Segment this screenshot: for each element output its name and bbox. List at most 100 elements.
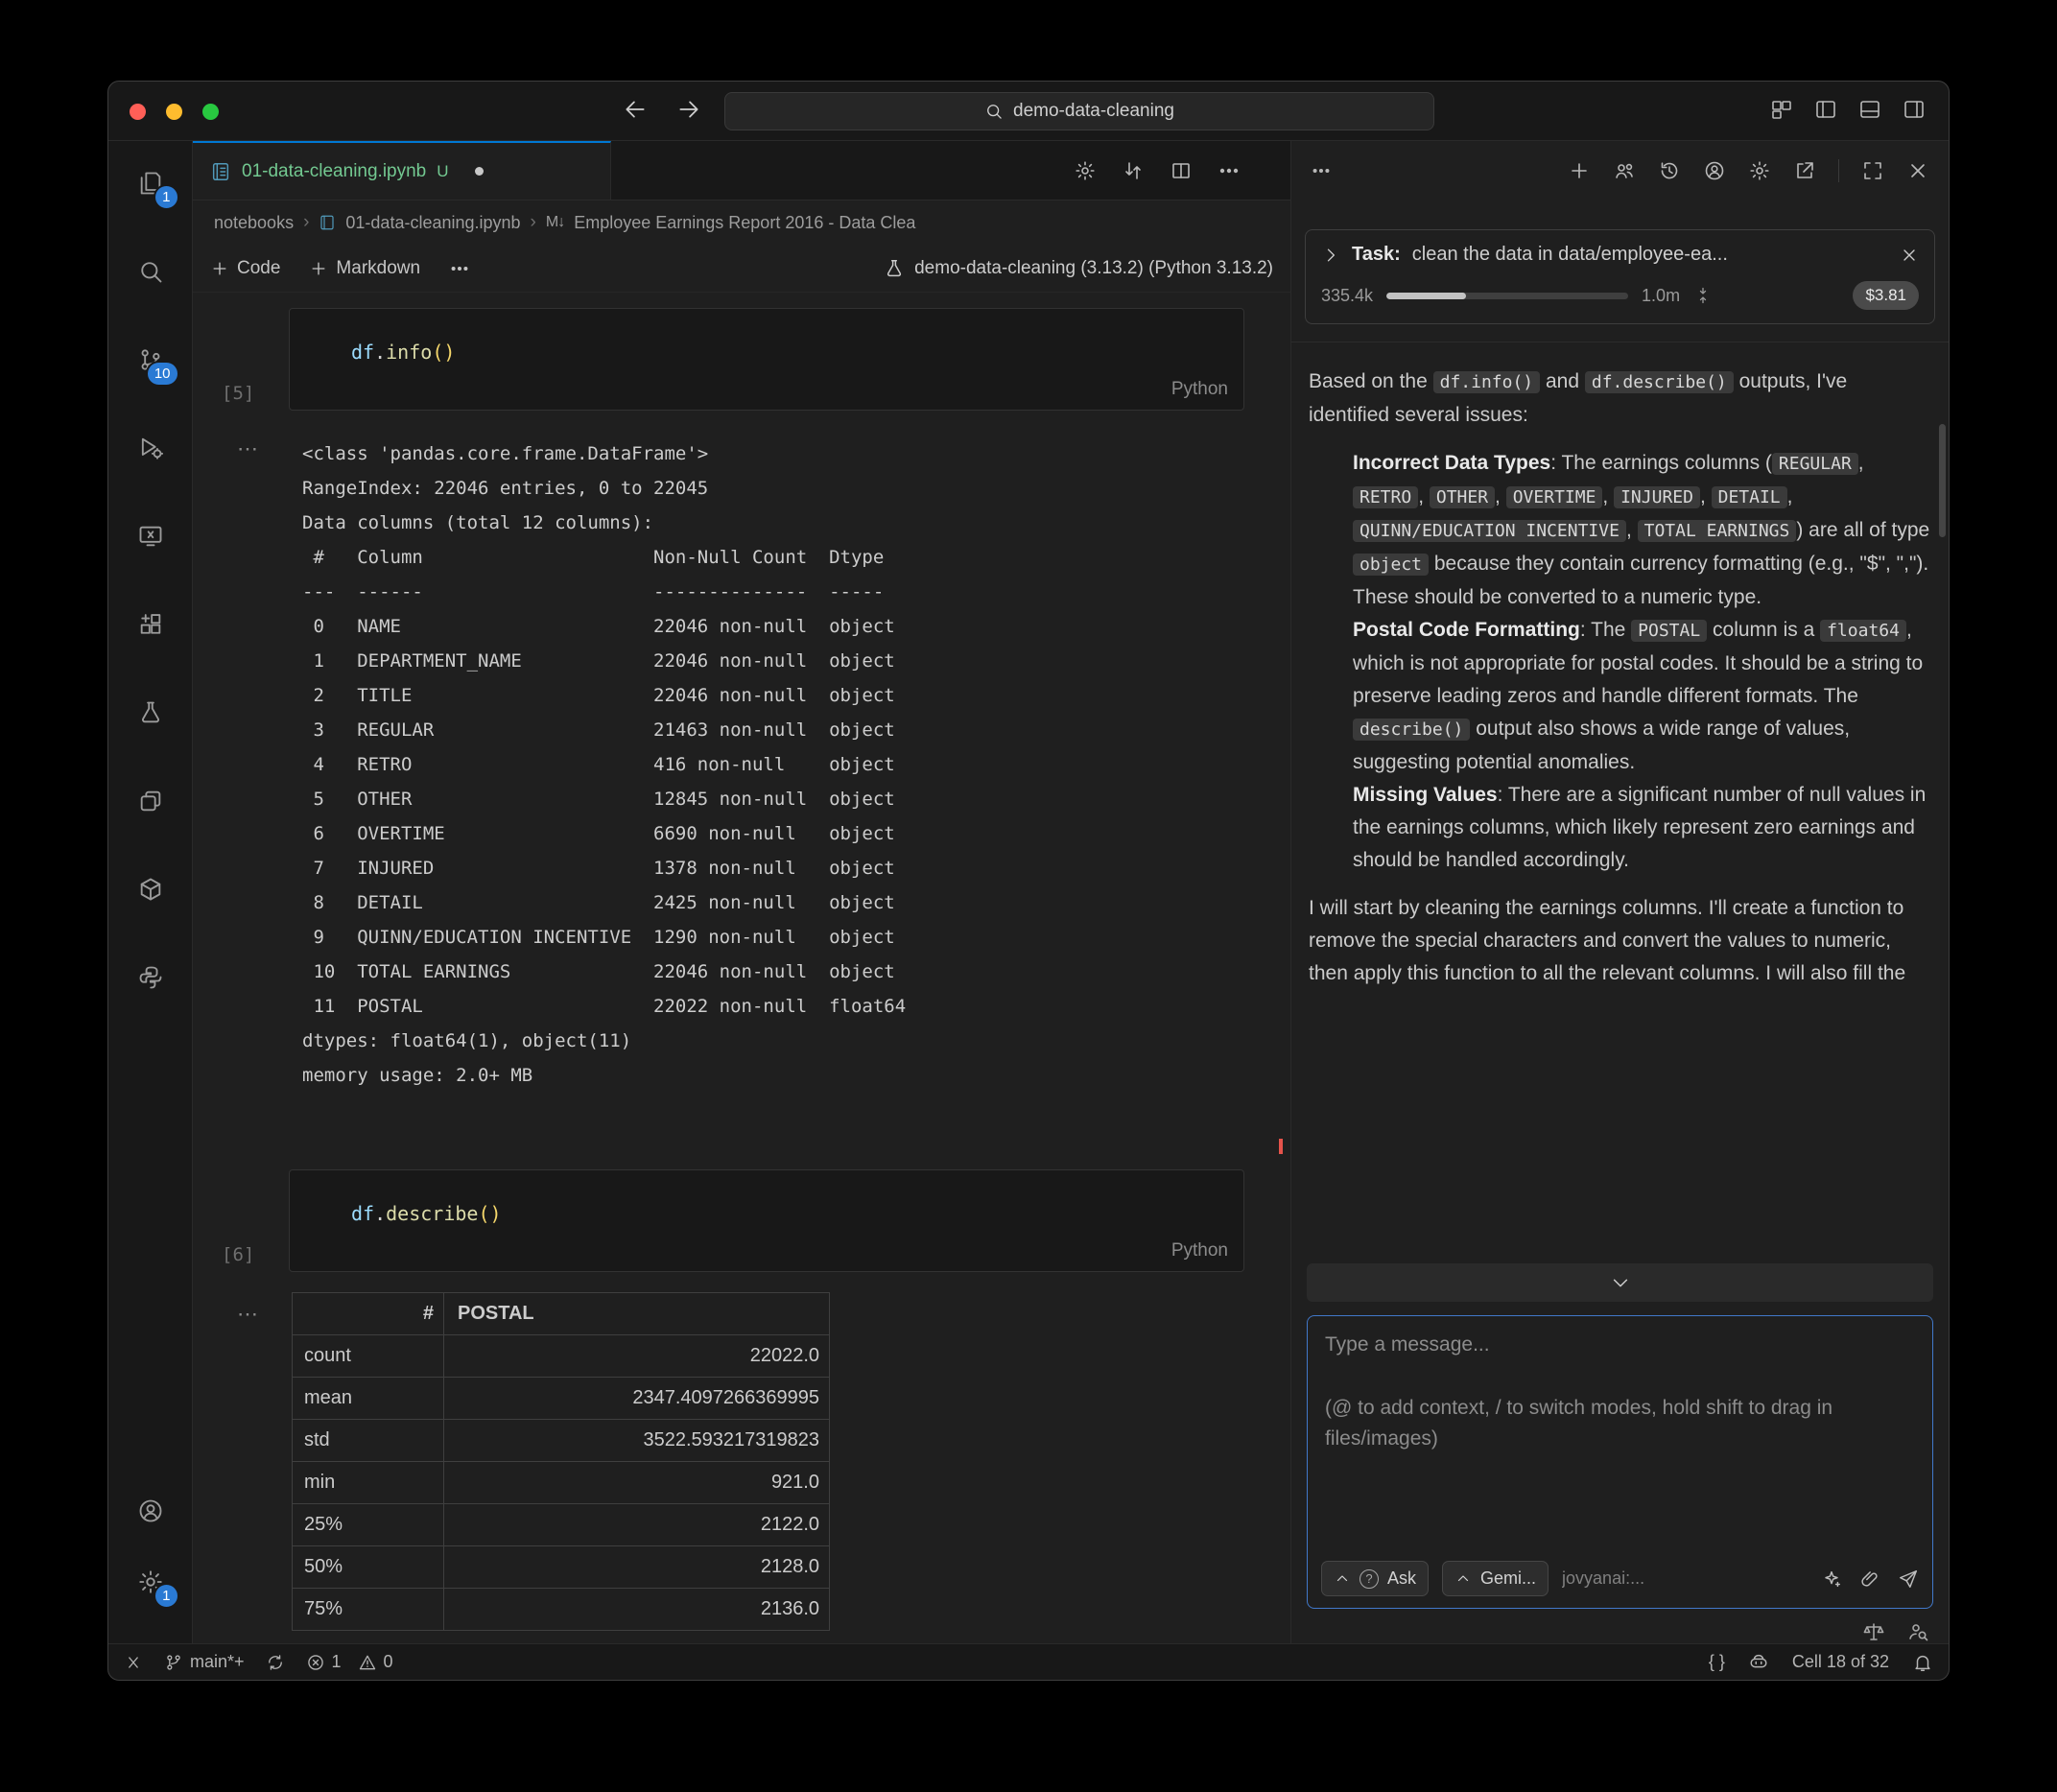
code-token: . [374,1202,386,1225]
message-fade-overlay [1291,1227,1949,1256]
breadcrumb-root[interactable]: notebooks [214,213,294,233]
toolbar-more-icon[interactable] [449,258,470,279]
chat-account-icon[interactable] [1703,159,1726,182]
activitybar-testing[interactable] [128,690,174,736]
activitybar-settings[interactable]: 1 [128,1559,174,1605]
git-branch-indicator[interactable]: main*+ [164,1652,245,1672]
zoom-window-button[interactable] [202,104,219,120]
table-header-row: # POSTAL [293,1293,830,1335]
chevron-right-icon: › [531,212,536,233]
notifications-bell-icon[interactable] [1912,1652,1933,1673]
chevron-right-icon[interactable] [1321,246,1340,265]
code-token: df [351,1202,374,1225]
history-icon[interactable] [1658,159,1681,182]
chat-input-hint: (@ to add context, / to switch modes, ho… [1325,1393,1915,1454]
problems-indicator[interactable]: 1 0 [306,1652,393,1672]
close-icon[interactable] [1906,159,1929,182]
activitybar-python[interactable] [128,955,174,1001]
markdown-symbol-icon: M↓ [546,214,564,231]
attach-icon[interactable] [1859,1568,1880,1590]
code-cell[interactable]: df.describe() Python [289,1169,1244,1272]
breadcrumb-file[interactable]: 01-data-cleaning.ipynb [345,213,520,233]
divider [1838,159,1839,182]
table-row: 25%2122.0 [293,1504,830,1546]
sync-changes-button[interactable] [266,1653,285,1672]
kernel-picker[interactable]: demo-data-cleaning (3.13.2) (Python 3.13… [884,258,1273,279]
close-window-button[interactable] [130,104,146,120]
sparkle-icon[interactable] [1821,1568,1842,1590]
open-changes-icon[interactable] [1122,159,1145,182]
remote-indicator[interactable] [124,1653,143,1672]
activitybar-source-control[interactable]: 10 [128,337,174,383]
chat-more-icon[interactable] [1311,160,1332,181]
error-icon [306,1653,325,1672]
notebook-settings-icon[interactable] [1074,159,1097,182]
compact-context-icon[interactable] [1693,286,1713,305]
ask-mode-button[interactable]: ? Ask [1321,1561,1429,1596]
code-token: () [478,1202,501,1225]
add-code-cell-button[interactable]: Code [210,258,280,279]
copilot-icon[interactable] [1748,1652,1769,1673]
activitybar-run-debug[interactable] [128,425,174,471]
output-collapse-icon[interactable]: ⋯ [237,1302,260,1327]
cell-language-label[interactable]: Python [1171,1240,1228,1261]
task-card[interactable]: Task: clean the data in data/employee-ea… [1305,229,1935,324]
breadcrumb[interactable]: notebooks › 01-data-cleaning.ipynb › M↓ … [193,200,1290,245]
code-cell[interactable]: df.info() Python [289,308,1244,411]
activitybar-account[interactable] [128,1488,174,1534]
status-bar: main*+ 1 0 { } Cell 18 of 32 [108,1643,1949,1680]
output-collapse-icon[interactable]: ⋯ [237,436,260,461]
tab-notebook[interactable]: 01-data-cleaning.ipynb U [193,141,611,200]
activitybar-search[interactable] [128,248,174,295]
activitybar-explorer[interactable]: 1 [128,160,174,206]
open-external-icon[interactable] [1793,159,1816,182]
minimize-window-button[interactable] [166,104,182,120]
token-progress-fill [1386,293,1466,299]
code-line[interactable]: df.info() [290,309,1243,365]
code-line[interactable]: df.describe() [290,1170,1243,1226]
add-markdown-cell-button[interactable]: Markdown [309,258,420,279]
titlebar: demo-data-cleaning [108,82,1949,141]
cell-language-label[interactable]: Python [1171,379,1228,400]
send-icon[interactable] [1898,1568,1919,1590]
user-search-icon[interactable] [1906,1620,1929,1643]
agents-icon[interactable] [1613,159,1636,182]
more-actions-icon[interactable] [1218,159,1241,182]
code-token: df [351,341,374,364]
task-text: clean the data in data/employee-ea... [1412,244,1888,266]
back-icon[interactable] [623,97,648,122]
window-controls [130,104,219,120]
new-chat-icon[interactable] [1568,159,1591,182]
account-context-label: jovyanai:... [1562,1568,1644,1589]
activitybar-remote-explorer[interactable] [128,513,174,559]
plus-icon [309,259,328,278]
toggle-primary-sidebar-icon[interactable] [1814,98,1837,121]
chat-list-item: Incorrect Data Types: The earnings colum… [1309,447,1931,614]
activitybar-containers[interactable] [128,866,174,912]
task-close-icon[interactable] [1900,246,1919,265]
scales-icon[interactable] [1862,1620,1885,1643]
breadcrumb-section[interactable]: Employee Earnings Report 2016 - Data Cle… [574,213,915,233]
toggle-panel-icon[interactable] [1858,98,1881,121]
layout-customize-icon[interactable] [1770,98,1793,121]
chat-input[interactable]: Type a message... (@ to add context, / t… [1307,1315,1933,1609]
cell-indicator[interactable]: Cell 18 of 32 [1792,1652,1889,1672]
chevron-right-icon: › [303,212,309,233]
chat-settings-icon[interactable] [1748,159,1771,182]
scroll-to-bottom-button[interactable] [1307,1263,1933,1302]
activitybar-notebooks[interactable] [128,778,174,824]
command-center-search[interactable]: demo-data-cleaning [724,92,1434,130]
error-count: 1 [332,1652,342,1672]
activitybar-extensions[interactable] [128,601,174,648]
tokens-total: 1.0m [1642,286,1680,306]
explorer-badge: 1 [154,184,178,210]
execution-count: [6] [222,1244,254,1265]
braces-indicator[interactable]: { } [1709,1652,1725,1672]
forward-icon[interactable] [676,97,701,122]
toggle-secondary-sidebar-icon[interactable] [1903,98,1926,121]
model-picker-button[interactable]: Gemi... [1442,1561,1549,1596]
split-editor-icon[interactable] [1170,159,1193,182]
unsaved-dot-icon[interactable] [475,167,484,176]
chat-scrollbar[interactable] [1939,424,1946,537]
maximize-icon[interactable] [1861,159,1884,182]
